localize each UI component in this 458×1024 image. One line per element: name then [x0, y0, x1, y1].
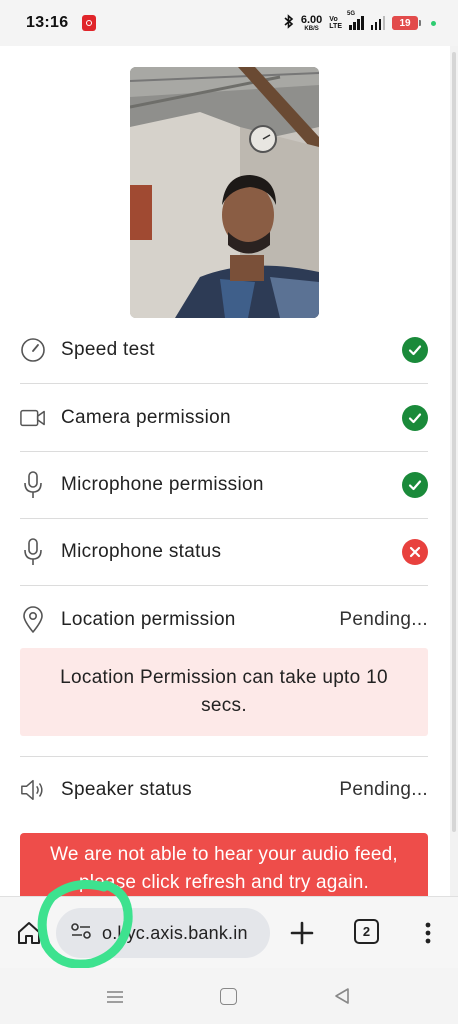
speaker-status-text: Pending... [339, 779, 428, 800]
bluetooth-icon [284, 14, 294, 32]
volte-indicator: Vo LTE [329, 16, 342, 30]
system-nav-bar [0, 968, 458, 1024]
success-check-icon [402, 337, 428, 363]
location-permission-row: Location permission Pending... [20, 586, 428, 653]
success-check-icon [402, 404, 428, 431]
site-settings-icon[interactable] [70, 922, 92, 945]
microphone-status-label: Microphone status [61, 541, 222, 562]
location-info-box: Location Permission can take upto 10 sec… [20, 648, 428, 736]
error-cross-icon [402, 539, 428, 565]
microphone-icon [20, 471, 46, 498]
speaker-status-label: Speaker status [61, 779, 192, 800]
browser-toolbar: o.kyc.axis.bank.in 2 [0, 896, 458, 968]
status-time: 13:16 [26, 14, 69, 31]
scrollbar-thumb[interactable] [452, 52, 456, 832]
address-bar[interactable]: o.kyc.axis.bank.in [56, 908, 270, 958]
url-text[interactable]: o.kyc.axis.bank.in [102, 923, 248, 944]
back-icon[interactable] [333, 987, 351, 1005]
tab-switcher-button[interactable]: 2 [354, 919, 379, 944]
microphone-permission-row: Microphone permission [20, 452, 428, 519]
more-menu-icon[interactable] [418, 919, 438, 947]
camera-preview [130, 67, 319, 318]
audio-error-message: We are not able to hear your audio feed,… [20, 833, 428, 896]
status-indicators: 6.00 KB/S Vo LTE 5G 19 [284, 11, 436, 32]
camera-icon [20, 405, 46, 431]
success-check-icon [402, 472, 428, 498]
recent-apps-icon[interactable] [106, 990, 124, 1004]
location-pin-icon [20, 605, 46, 633]
app-badge-icon [82, 15, 97, 31]
microphone-status-row: Microphone status [20, 519, 428, 586]
system-home-icon[interactable] [220, 988, 237, 1005]
page-scrollbar[interactable] [450, 46, 458, 896]
signal-icon-2 [370, 16, 385, 30]
home-icon[interactable] [16, 920, 42, 946]
signal-icon: 5G [347, 11, 364, 30]
camera-permission-label: Camera permission [61, 406, 231, 428]
speed-test-label: Speed test [61, 339, 155, 360]
microphone-permission-label: Microphone permission [61, 474, 264, 495]
status-bar: 13:16 6.00 KB/S Vo LTE 5G 19 [0, 0, 458, 46]
microphone-icon [20, 538, 46, 565]
battery-icon: 19 [392, 16, 421, 30]
speaker-status-row: Speaker status Pending... [20, 756, 428, 823]
camera-permission-row: Camera permission [20, 384, 428, 452]
page-content: Speed test Camera permission Microphone … [0, 46, 450, 896]
speedometer-icon [20, 337, 46, 363]
new-tab-plus-icon[interactable] [288, 919, 316, 947]
speed-test-row: Speed test [20, 317, 428, 384]
location-status-text: Pending... [339, 608, 428, 630]
network-speed: 6.00 KB/S [300, 13, 323, 32]
speaker-icon [20, 777, 46, 803]
location-permission-label: Location permission [61, 608, 236, 630]
privacy-dot-icon [431, 20, 436, 26]
